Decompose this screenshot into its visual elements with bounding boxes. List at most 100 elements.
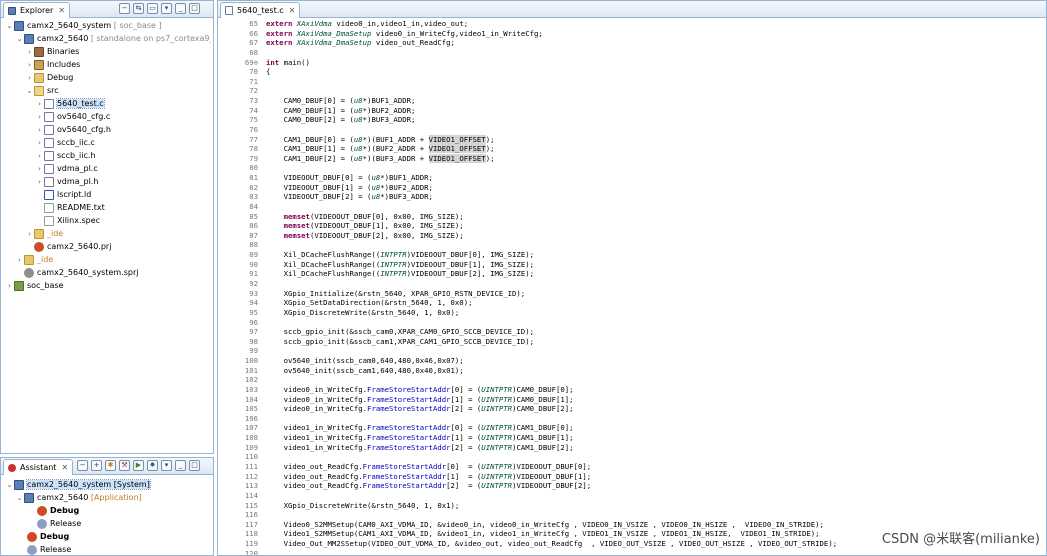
chevron-down-icon[interactable]: ⌄ xyxy=(15,35,24,43)
chevron-right-icon[interactable]: › xyxy=(35,165,44,173)
chevron-right-icon[interactable]: › xyxy=(35,100,44,108)
editor-tab-label: 5640_test.c xyxy=(237,6,284,15)
tree-item-vdma-pl-h[interactable]: › vdma_pl.h xyxy=(35,175,98,188)
chevron-down-icon[interactable]: ⌄ xyxy=(5,481,14,489)
line-number: 97 xyxy=(249,327,258,337)
code-line: CAM0_DBUF[1] = (u8*)BUF2_ADDR; xyxy=(266,105,416,115)
tree-item-label: camx2_5640_system xyxy=(27,21,112,30)
line-number: 106 xyxy=(244,413,258,423)
chevron-down-icon[interactable]: ⌄ xyxy=(15,494,24,502)
tree-item-sccb-iic-h[interactable]: › sccb_iic.h xyxy=(35,149,96,162)
explorer-tab[interactable]: Explorer ✕ xyxy=(3,2,71,18)
chevron-right-icon[interactable]: › xyxy=(35,126,44,134)
tree-item-prj[interactable]: camx2_5640.prj xyxy=(34,240,111,253)
assistant-item-app-release[interactable]: Release xyxy=(37,517,81,530)
chevron-right-icon[interactable]: › xyxy=(25,48,34,56)
line-number: 99 xyxy=(249,346,258,356)
assistant-item-system[interactable]: ⌄ camx2_5640_system [System] xyxy=(5,478,151,491)
debug-icon[interactable]: ✸ xyxy=(147,460,158,471)
chevron-right-icon[interactable]: › xyxy=(35,178,44,186)
tree-item-debug-folder[interactable]: › Debug xyxy=(25,71,73,84)
c-file-icon xyxy=(44,137,54,148)
tree-item-sccb-iic-c[interactable]: › sccb_iic.c xyxy=(35,136,95,149)
tree-item-xilinx-spec[interactable]: Xilinx.spec xyxy=(44,214,100,227)
minimize-icon[interactable]: _ xyxy=(175,3,186,14)
tree-item-label: _ide xyxy=(37,255,54,264)
code-line: CAM0_DBUF[0] = (u8*)BUF1_ADDR; xyxy=(266,96,416,106)
code-area[interactable]: 65 extern XAxiVdma video0_in,video1_in,vi… xyxy=(218,19,1046,555)
assistant-item-system-release[interactable]: Release xyxy=(27,543,71,555)
line-number: 110 xyxy=(244,452,258,462)
line-number: 108 xyxy=(244,433,258,443)
maximize-icon[interactable]: □ xyxy=(189,3,200,14)
line-number: 89 xyxy=(249,250,258,260)
tree-item-vdma-pl-c[interactable]: › vdma_pl.c xyxy=(35,162,98,175)
build-icon[interactable]: ⚒ xyxy=(119,460,130,471)
new-folder-icon[interactable]: ▭ xyxy=(147,3,158,14)
line-number: 115 xyxy=(244,500,258,510)
line-number: 86 xyxy=(249,221,258,231)
tree-item-app[interactable]: ⌄ camx2_5640 [ standalone on ps7_cortexa9… xyxy=(15,32,211,45)
explorer-view: Explorer ✕ − ⇆ ▭ ▾ _ □ ⌄ camx2_5640_syste… xyxy=(0,0,214,454)
line-number: 83 xyxy=(249,192,258,202)
tree-item-src[interactable]: ⌄ src xyxy=(25,84,59,97)
assistant-item-system-debug[interactable]: Debug xyxy=(27,530,69,543)
tree-item-ide-app[interactable]: › _ide xyxy=(25,227,63,240)
code-line: CAM0_DBUF[2] = (u8*)BUF3_ADDR; xyxy=(266,115,416,125)
chevron-right-icon[interactable]: › xyxy=(25,230,34,238)
line-number: 105 xyxy=(244,404,258,414)
minimize-icon[interactable]: _ xyxy=(175,460,186,471)
view-menu-icon[interactable]: ▾ xyxy=(161,3,172,14)
line-number: 87 xyxy=(249,230,258,240)
linker-script-icon xyxy=(44,189,54,200)
tree-item-label: Debug xyxy=(47,73,74,82)
maximize-icon[interactable]: □ xyxy=(189,460,200,471)
close-icon[interactable]: ✕ xyxy=(58,6,65,15)
tree-item-label: Xilinx.spec xyxy=(57,216,101,225)
tree-item-lscript[interactable]: lscript.ld xyxy=(44,188,91,201)
settings-icon[interactable]: ✱ xyxy=(105,460,116,471)
tree-item-sprj[interactable]: camx2_5640_system.sprj xyxy=(24,266,139,279)
line-number: 116 xyxy=(244,510,258,520)
close-icon[interactable]: ✕ xyxy=(61,463,68,472)
line-number: 96 xyxy=(249,317,258,327)
tree-item-includes[interactable]: › Includes xyxy=(25,58,80,71)
chevron-down-icon[interactable]: ⌄ xyxy=(25,87,34,95)
chevron-right-icon[interactable]: › xyxy=(25,74,34,82)
chevron-right-icon[interactable]: › xyxy=(35,152,44,160)
chevron-right-icon[interactable]: › xyxy=(35,113,44,121)
editor-tab-5640-test-c[interactable]: 5640_test.c ✕ xyxy=(220,2,301,18)
includes-icon xyxy=(34,59,44,70)
editor-view: 5640_test.c ✕ 65 extern XAxiVdma video0_i… xyxy=(217,0,1047,556)
chevron-right-icon[interactable]: › xyxy=(5,282,14,290)
tree-item-label: 5640_test.c xyxy=(56,98,105,109)
assistant-tab[interactable]: Assistant ✕ xyxy=(3,459,74,475)
tree-item-soc-base[interactable]: › soc_base xyxy=(5,279,64,292)
assistant-item-app-debug[interactable]: Debug xyxy=(37,504,79,517)
assistant-item-app[interactable]: ⌄ camx2_5640 [Application] xyxy=(15,491,142,504)
assistant-item-label: camx2_5640_system [System] xyxy=(26,479,151,490)
chevron-right-icon[interactable]: › xyxy=(15,256,24,264)
chevron-right-icon[interactable]: › xyxy=(25,61,34,69)
tree-item-readme[interactable]: README.txt xyxy=(44,201,105,214)
tree-item-5640-test-c[interactable]: › 5640_test.c xyxy=(35,97,105,110)
close-icon[interactable]: ✕ xyxy=(289,6,296,15)
chevron-right-icon[interactable]: › xyxy=(35,139,44,147)
assistant-item-label: Debug xyxy=(50,506,80,515)
view-menu-icon[interactable]: ▾ xyxy=(161,460,172,471)
run-icon[interactable]: ▶ xyxy=(133,460,144,471)
code-line: video0_in_WriteCfg.FrameStoreStartAddr[0… xyxy=(266,384,574,394)
tree-item-system[interactable]: ⌄ camx2_5640_system [ soc_base ] xyxy=(5,19,162,32)
tree-item-label: vdma_pl.h xyxy=(57,177,99,186)
collapse-all-icon[interactable]: − xyxy=(77,460,88,471)
expand-all-icon[interactable]: + xyxy=(91,460,102,471)
link-editor-icon[interactable]: ⇆ xyxy=(133,3,144,14)
tree-item-ide-system[interactable]: › _ide xyxy=(15,253,53,266)
tree-item-ov5640-cfg-h[interactable]: › ov5640_cfg.h xyxy=(35,123,111,136)
collapse-all-icon[interactable]: − xyxy=(119,3,130,14)
tree-item-binaries[interactable]: › Binaries xyxy=(25,45,79,58)
code-line: ov5640_init(sscb_cam1,640,480,0x40,0x01)… xyxy=(266,365,464,375)
chevron-down-icon[interactable]: ⌄ xyxy=(5,22,14,30)
tree-item-ov5640-cfg-c[interactable]: › ov5640_cfg.c xyxy=(35,110,110,123)
code-line: XGpio_DiscreteWrite(&rstn_5640, 1, 0x0); xyxy=(266,307,460,317)
